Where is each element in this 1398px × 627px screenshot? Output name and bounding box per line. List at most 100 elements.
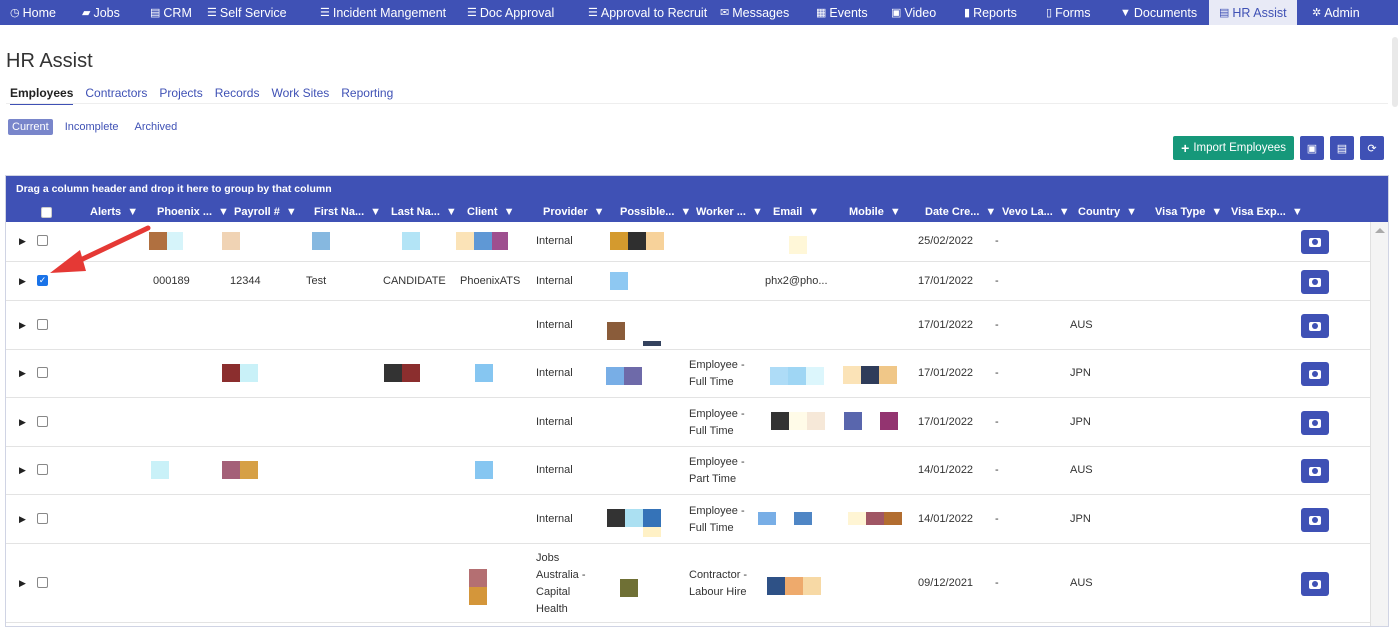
column-header[interactable]: Mobile ▼ bbox=[849, 202, 901, 222]
column-header[interactable]: Vevo La... ▼ bbox=[1002, 202, 1070, 222]
nav-item-forms[interactable]: ▯ Forms bbox=[1036, 0, 1100, 25]
refresh-button[interactable]: ⟳ bbox=[1360, 136, 1384, 160]
table-row[interactable]: ▶ Internal Employee - Full Time 17/01/2022 -… bbox=[6, 398, 1370, 447]
filter-icon[interactable]: ▼ bbox=[594, 206, 605, 218]
nav-item-crm[interactable]: ▤ CRM bbox=[140, 0, 202, 25]
row-select-checkbox[interactable] bbox=[37, 367, 48, 378]
redacted-block bbox=[222, 364, 240, 382]
photo-button[interactable] bbox=[1301, 572, 1329, 596]
export-excel-button[interactable]: ▣ bbox=[1300, 136, 1324, 160]
redacted-block bbox=[807, 412, 825, 430]
column-header[interactable]: Alerts ▼ bbox=[90, 202, 138, 222]
column-header[interactable]: First Na... ▼ bbox=[314, 202, 381, 222]
filter-icon[interactable]: ▼ bbox=[370, 206, 381, 218]
row-select-checkbox[interactable] bbox=[37, 464, 48, 475]
column-header[interactable]: Payroll # ▼ bbox=[234, 202, 297, 222]
row-select-checkbox[interactable]: ✓ bbox=[37, 275, 48, 286]
grid-vertical-scrollbar[interactable] bbox=[1370, 222, 1388, 626]
subtab-incomplete[interactable]: Incomplete bbox=[61, 119, 123, 135]
expand-row-icon[interactable]: ▶ bbox=[19, 465, 26, 476]
table-row[interactable]: ▶ Jobs Australia - Capital Health Contract… bbox=[6, 544, 1370, 623]
select-all-checkbox[interactable] bbox=[41, 206, 52, 218]
filter-icon[interactable]: ▼ bbox=[985, 206, 996, 218]
nav-item-messages[interactable]: ✉ Messages bbox=[710, 0, 799, 25]
column-header-label: Phoenix ... bbox=[157, 206, 213, 218]
expand-row-icon[interactable]: ▶ bbox=[19, 578, 26, 589]
import-employees-button[interactable]: + Import Employees bbox=[1173, 136, 1294, 160]
filter-icon[interactable]: ▼ bbox=[680, 206, 691, 218]
expand-row-icon[interactable]: ▶ bbox=[19, 417, 26, 428]
select-all-checkbox-cell[interactable] bbox=[41, 202, 52, 222]
column-header[interactable]: Client ▼ bbox=[467, 202, 514, 222]
report-icon: ▮ bbox=[964, 7, 971, 19]
row-select-checkbox[interactable] bbox=[37, 235, 48, 246]
table-row[interactable]: ▶ Internal Employee - Part Time 14/01/2022 -… bbox=[6, 447, 1370, 495]
column-header[interactable]: Visa Exp... ▼ bbox=[1231, 202, 1303, 222]
column-header[interactable]: Last Na... ▼ bbox=[391, 202, 457, 222]
photo-button[interactable] bbox=[1301, 314, 1329, 338]
filter-icon[interactable]: ▼ bbox=[1126, 206, 1137, 218]
column-header[interactable]: Possible... ▼ bbox=[620, 202, 691, 222]
filter-icon[interactable]: ▼ bbox=[446, 206, 457, 218]
nav-item-jobs[interactable]: ▰ Jobs bbox=[72, 0, 130, 25]
table-row[interactable]: ▶ Internal 17/01/2022 - AUS bbox=[6, 301, 1370, 350]
table-row[interactable]: ▶ Internal Employee - Full Time 14/01/2022 -… bbox=[6, 495, 1370, 544]
expand-row-icon[interactable]: ▶ bbox=[19, 368, 26, 379]
column-header[interactable]: Visa Type ▼ bbox=[1155, 202, 1222, 222]
column-header[interactable]: Country ▼ bbox=[1078, 202, 1137, 222]
scroll-up-icon[interactable] bbox=[1375, 228, 1385, 233]
row-select-checkbox[interactable] bbox=[37, 416, 48, 427]
nav-item-events[interactable]: ▦ Events bbox=[806, 0, 878, 25]
redacted-block bbox=[625, 509, 643, 527]
nav-item-video[interactable]: ▣ Video bbox=[881, 0, 946, 25]
column-header[interactable]: Worker ... ▼ bbox=[696, 202, 763, 222]
nav-item-reports[interactable]: ▮ Reports bbox=[954, 0, 1027, 25]
redacted-block bbox=[848, 512, 866, 525]
filter-icon[interactable]: ▼ bbox=[504, 206, 515, 218]
column-header[interactable]: Phoenix ... ▼ bbox=[157, 202, 229, 222]
photo-button[interactable] bbox=[1301, 508, 1329, 532]
expand-row-icon[interactable]: ▶ bbox=[19, 514, 26, 525]
photo-button[interactable] bbox=[1301, 230, 1329, 254]
table-row[interactable]: ▶ ✓ 000189 12344 Test CANDIDATE PhoenixATS Inte… bbox=[6, 262, 1370, 301]
camera-icon bbox=[1309, 369, 1321, 379]
row-select-checkbox[interactable] bbox=[37, 513, 48, 524]
expand-row-icon[interactable]: ▶ bbox=[19, 276, 26, 287]
filter-icon[interactable]: ▼ bbox=[127, 206, 138, 218]
nav-item-self-service[interactable]: ☰ Self Service bbox=[197, 0, 297, 25]
expand-row-icon[interactable]: ▶ bbox=[19, 320, 26, 331]
photo-button[interactable] bbox=[1301, 459, 1329, 483]
page-scrollbar[interactable] bbox=[1392, 37, 1398, 107]
column-header[interactable]: Email ▼ bbox=[773, 202, 819, 222]
expand-row-icon[interactable]: ▶ bbox=[19, 236, 26, 247]
subtab-current[interactable]: Current bbox=[8, 119, 53, 135]
filter-icon[interactable]: ▼ bbox=[286, 206, 297, 218]
photo-button[interactable] bbox=[1301, 270, 1329, 294]
table-row[interactable]: ▶ Internal Employee - Full Time 17/01/2022 -… bbox=[6, 350, 1370, 398]
photo-button[interactable] bbox=[1301, 411, 1329, 435]
photo-button[interactable] bbox=[1301, 362, 1329, 386]
nav-item-approval-to-recruit[interactable]: ☰ Approval to Recruit bbox=[578, 0, 717, 25]
filter-icon[interactable]: ▼ bbox=[218, 206, 229, 218]
group-by-drop-zone[interactable]: Drag a column header and drop it here to… bbox=[6, 176, 1388, 202]
nav-item-documents[interactable]: ▼ Documents bbox=[1110, 0, 1207, 25]
nav-item-hr-assist[interactable]: ▤ HR Assist bbox=[1209, 0, 1297, 25]
nav-item-home[interactable]: ◷ Home bbox=[0, 0, 66, 25]
export-pdf-button[interactable]: ▤ bbox=[1330, 136, 1354, 160]
cell-provider: Internal bbox=[536, 275, 573, 287]
nav-item-doc-approval[interactable]: ☰ Doc Approval bbox=[457, 0, 564, 25]
column-header[interactable]: Provider ▼ bbox=[543, 202, 605, 222]
filter-icon[interactable]: ▼ bbox=[1059, 206, 1070, 218]
table-row[interactable]: ▶ Internal 25/02/2022 - bbox=[6, 222, 1370, 262]
filter-icon[interactable]: ▼ bbox=[890, 206, 901, 218]
subtab-archived[interactable]: Archived bbox=[131, 119, 182, 135]
filter-icon[interactable]: ▼ bbox=[752, 206, 763, 218]
row-select-checkbox[interactable] bbox=[37, 577, 48, 588]
filter-icon[interactable]: ▼ bbox=[808, 206, 819, 218]
nav-item-admin[interactable]: ✲ Admin bbox=[1302, 0, 1370, 25]
filter-icon[interactable]: ▼ bbox=[1292, 206, 1303, 218]
nav-item-incident-mangement[interactable]: ☰ Incident Mangement bbox=[310, 0, 456, 25]
filter-icon[interactable]: ▼ bbox=[1211, 206, 1222, 218]
row-select-checkbox[interactable] bbox=[37, 319, 48, 330]
column-header[interactable]: Date Cre... ▼ bbox=[925, 202, 996, 222]
